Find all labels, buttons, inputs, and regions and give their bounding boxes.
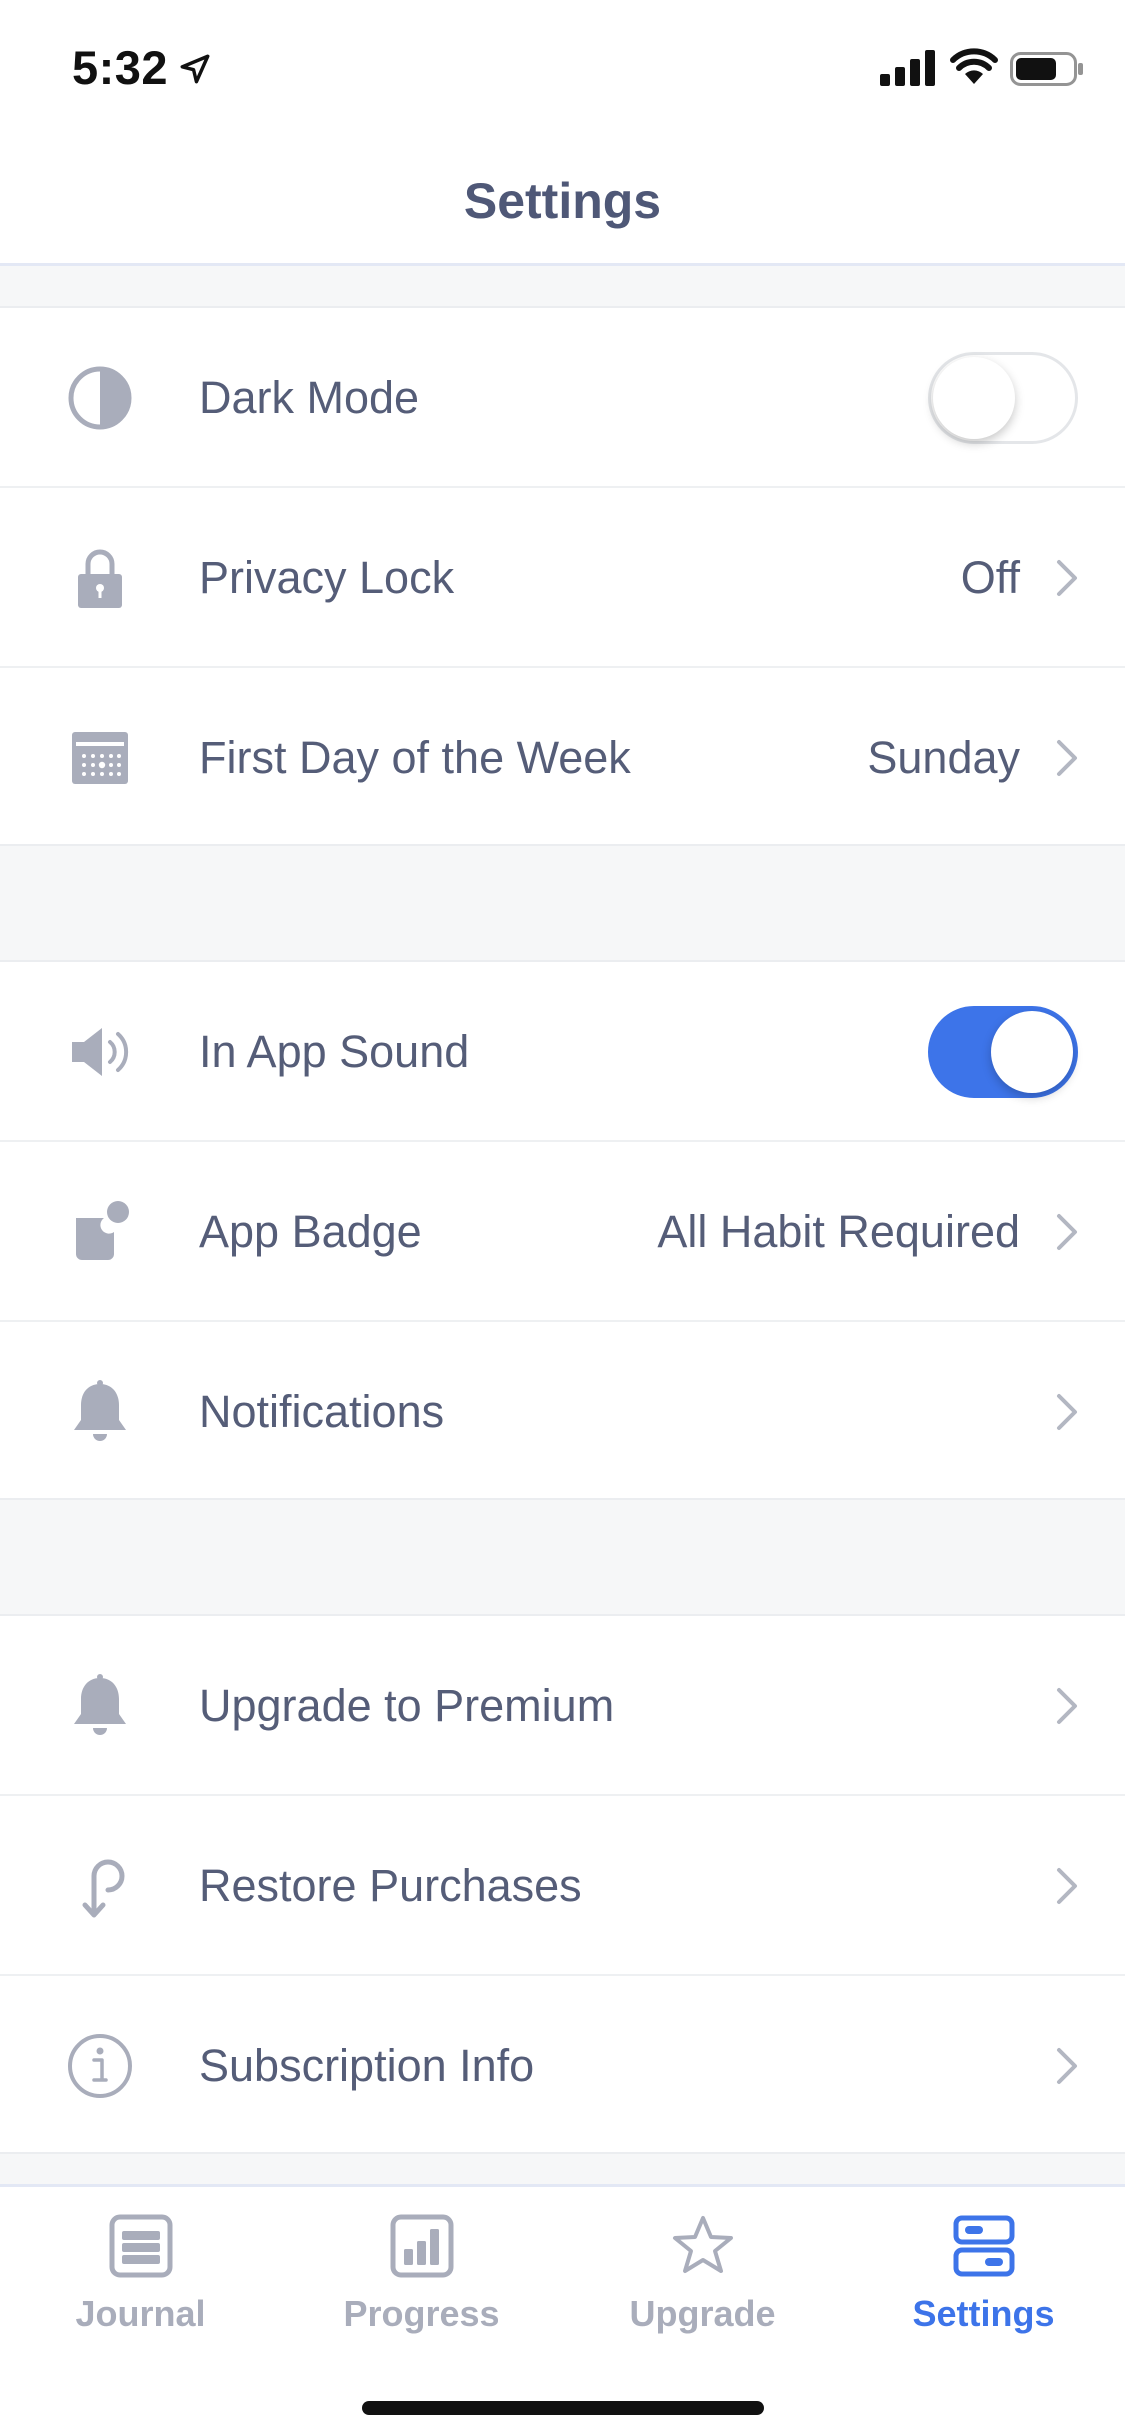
dark-mode-label: Dark Mode	[199, 372, 420, 423]
chevron-right-icon	[1057, 560, 1077, 596]
first-day-label: First Day of the Week	[199, 732, 631, 783]
lock-icon	[78, 549, 122, 608]
settings-list: Dark Mode Privacy Lock Off First Day of …	[0, 266, 1125, 2184]
tab-upgrade-label: Upgrade	[629, 2293, 776, 2334]
badge-icon	[76, 1201, 129, 1260]
status-time: 5:32	[72, 41, 169, 94]
status-bar: 5:32	[0, 0, 1125, 130]
speaker-icon	[72, 1028, 129, 1076]
bell-icon	[74, 1674, 126, 1735]
home-indicator[interactable]	[362, 2401, 764, 2415]
tab-settings[interactable]: Settings	[843, 2187, 1124, 2367]
location-arrow-icon	[180, 54, 210, 84]
tab-progress-label: Progress	[343, 2293, 500, 2334]
progress-icon	[390, 2214, 453, 2278]
app-badge-row[interactable]: App Badge All Habit Required	[0, 1142, 1125, 1322]
in-app-sound-toggle[interactable]	[928, 1006, 1078, 1098]
subscription-info-row[interactable]: Subscription Info	[0, 1976, 1125, 2156]
settings-group-general: Dark Mode Privacy Lock Off First Day of …	[0, 306, 1125, 846]
journal-icon	[109, 2214, 172, 2278]
chevron-right-icon	[1057, 740, 1077, 776]
tab-upgrade[interactable]: Upgrade	[562, 2187, 843, 2367]
privacy-lock-value: Off	[960, 552, 1020, 603]
privacy-lock-label: Privacy Lock	[199, 552, 455, 603]
bell-icon	[74, 1380, 126, 1441]
contrast-icon	[68, 366, 132, 430]
chevron-right-icon	[1057, 2048, 1077, 2084]
chevron-right-icon	[1057, 1868, 1077, 1904]
star-icon	[672, 2216, 733, 2273]
notifications-label: Notifications	[199, 1386, 445, 1437]
navigation-bar: Settings	[0, 130, 1125, 266]
restore-icon	[82, 1859, 125, 1918]
battery-icon	[1010, 52, 1083, 86]
calendar-icon	[72, 732, 128, 784]
chevron-right-icon	[1057, 1688, 1077, 1724]
upgrade-premium-label: Upgrade to Premium	[199, 1680, 615, 1731]
chevron-right-icon	[1057, 1214, 1077, 1250]
settings-group-premium: Upgrade to Premium Restore Purchases Sub…	[0, 1614, 1125, 2154]
privacy-lock-row[interactable]: Privacy Lock Off	[0, 488, 1125, 668]
dark-mode-toggle[interactable]	[928, 352, 1078, 444]
toggle-knob	[991, 1011, 1073, 1093]
tab-settings-label: Settings	[912, 2293, 1055, 2334]
in-app-sound-label: In App Sound	[199, 1026, 470, 1077]
chevron-right-icon	[1057, 1394, 1077, 1430]
notifications-row[interactable]: Notifications	[0, 1322, 1125, 1502]
tab-progress[interactable]: Progress	[281, 2187, 562, 2367]
app-badge-label: App Badge	[199, 1206, 422, 1257]
restore-purchases-label: Restore Purchases	[199, 1860, 582, 1911]
page-title: Settings	[463, 173, 662, 229]
toggle-knob	[933, 357, 1015, 439]
app-badge-value: All Habit Required	[657, 1206, 1020, 1257]
in-app-sound-row[interactable]: In App Sound	[0, 962, 1125, 1142]
tab-journal[interactable]: Journal	[0, 2187, 281, 2367]
first-day-row[interactable]: First Day of the Week Sunday	[0, 668, 1125, 848]
dark-mode-row[interactable]: Dark Mode	[0, 308, 1125, 488]
info-icon	[68, 2034, 132, 2098]
tab-journal-label: Journal	[75, 2293, 206, 2334]
cellular-signal-icon	[880, 50, 935, 86]
upgrade-premium-row[interactable]: Upgrade to Premium	[0, 1616, 1125, 1796]
first-day-value: Sunday	[867, 732, 1020, 783]
subscription-info-label: Subscription Info	[199, 2040, 535, 2091]
restore-purchases-row[interactable]: Restore Purchases	[0, 1796, 1125, 1976]
wifi-icon	[950, 48, 998, 84]
tab-bar: Journal Progress Upgrade Settings	[0, 2184, 1125, 2436]
settings-icon	[953, 2215, 1014, 2277]
settings-group-sound: In App Sound App Badge All Habit Require…	[0, 960, 1125, 1500]
